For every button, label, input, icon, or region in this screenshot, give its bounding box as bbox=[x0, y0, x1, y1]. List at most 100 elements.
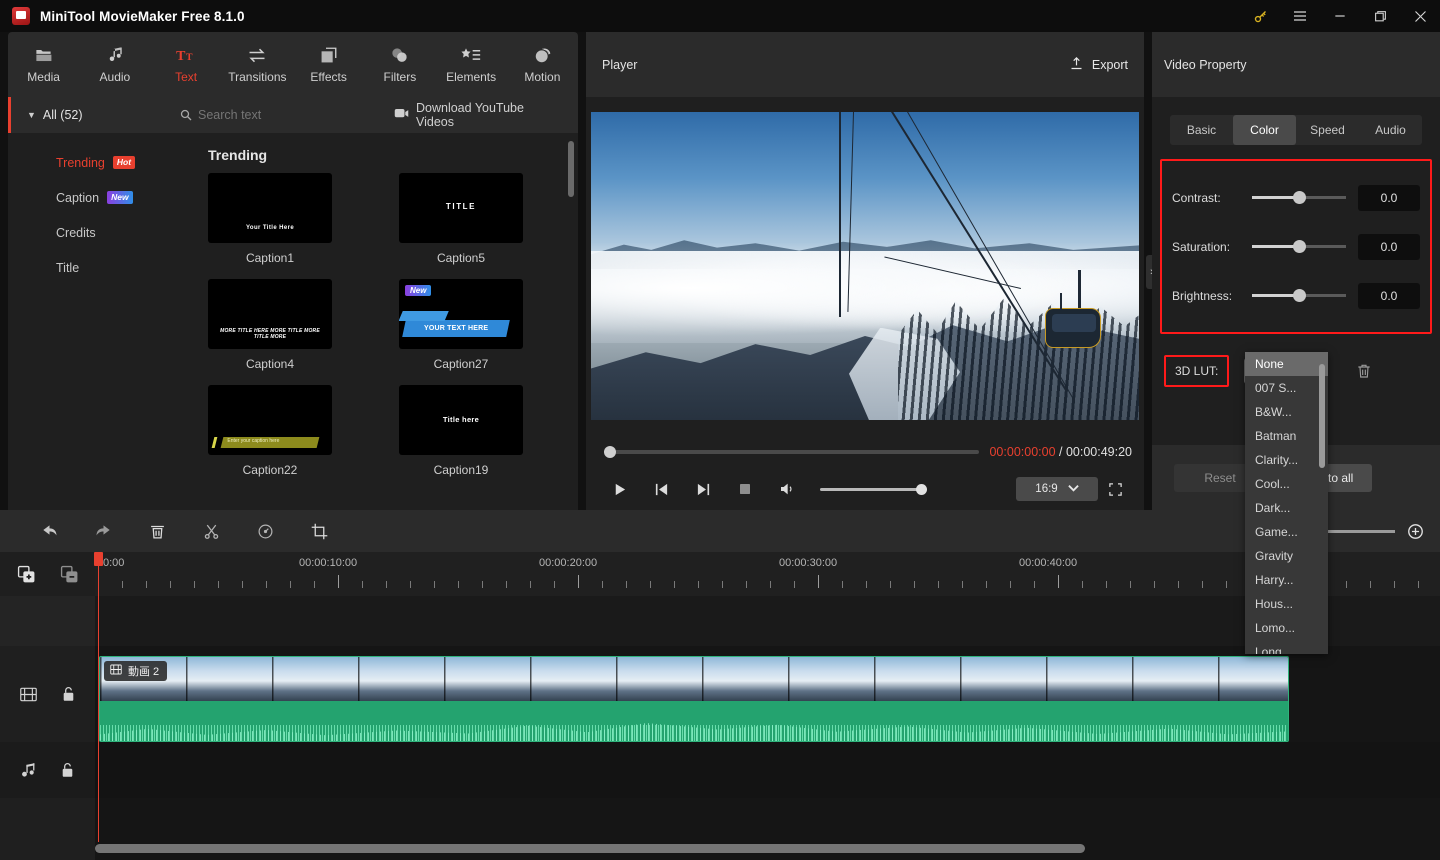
template-caption5[interactable]: TITLE Caption5 bbox=[399, 173, 523, 265]
sidebar-item-caption[interactable]: Caption New bbox=[8, 180, 168, 215]
redo-icon[interactable] bbox=[76, 510, 130, 552]
tab-audio[interactable]: Audio bbox=[79, 32, 150, 97]
tab-basic[interactable]: Basic bbox=[1170, 115, 1233, 145]
lut-option-none[interactable]: None bbox=[1245, 352, 1328, 376]
seek-slider[interactable] bbox=[604, 446, 980, 458]
plus-icon[interactable] bbox=[1407, 523, 1424, 540]
next-frame-icon[interactable] bbox=[682, 469, 724, 509]
split-scissors-icon[interactable] bbox=[184, 510, 238, 552]
timeline-ruler[interactable]: 0:00 00:00:10:00 00:00:20:00 00:00:30:00… bbox=[95, 552, 1440, 596]
minimize-icon[interactable] bbox=[1320, 0, 1360, 32]
maximize-icon[interactable] bbox=[1360, 0, 1400, 32]
tab-media[interactable]: Media bbox=[8, 32, 79, 97]
lut-option-harry[interactable]: Harry... bbox=[1245, 568, 1328, 592]
tab-motion[interactable]: Motion bbox=[507, 32, 578, 97]
close-icon[interactable] bbox=[1400, 0, 1440, 32]
category-all[interactable]: ▼ All (52) bbox=[8, 97, 168, 133]
crop-icon[interactable] bbox=[292, 510, 346, 552]
stop-icon[interactable] bbox=[724, 469, 766, 509]
template-preview-text: TITLE bbox=[445, 202, 477, 211]
video-preview-area[interactable] bbox=[586, 97, 1144, 435]
saturation-value[interactable]: 0.0 bbox=[1358, 233, 1420, 260]
folder-icon bbox=[34, 45, 53, 65]
filters-circles-icon bbox=[390, 45, 409, 65]
gondola-cabin bbox=[1045, 293, 1101, 348]
undo-icon[interactable] bbox=[22, 510, 76, 552]
add-track-icon[interactable] bbox=[17, 565, 36, 584]
lut-option-clarity[interactable]: Clarity... bbox=[1245, 448, 1328, 472]
speed-gauge-icon[interactable] bbox=[238, 510, 292, 552]
ruler-tick-major bbox=[1058, 575, 1059, 588]
lut-option-batman[interactable]: Batman bbox=[1245, 424, 1328, 448]
contrast-knob[interactable] bbox=[1293, 191, 1306, 204]
brightness-knob[interactable] bbox=[1293, 289, 1306, 302]
tab-label: Elements bbox=[446, 70, 497, 84]
lut-option-house[interactable]: Hous... bbox=[1245, 592, 1328, 616]
audio-track-icon[interactable] bbox=[20, 762, 36, 778]
ruler-tick-minor bbox=[410, 581, 411, 588]
lut-option-long[interactable]: Long... bbox=[1245, 640, 1328, 654]
seek-knob[interactable] bbox=[604, 446, 616, 458]
brightness-slider[interactable] bbox=[1252, 289, 1346, 302]
volume-icon[interactable] bbox=[766, 469, 808, 509]
lut-option-bw[interactable]: B&W... bbox=[1245, 400, 1328, 424]
lut-dropdown-scrollbar[interactable] bbox=[1319, 364, 1325, 468]
tab-audio[interactable]: Audio bbox=[1359, 115, 1422, 145]
track-strip-2[interactable] bbox=[95, 742, 1440, 798]
volume-knob[interactable] bbox=[916, 483, 927, 495]
aspect-ratio-select[interactable]: 16:9 bbox=[1016, 477, 1098, 501]
tab-elements[interactable]: Elements bbox=[436, 32, 507, 97]
download-youtube-videos-button[interactable]: Download YouTube Videos bbox=[394, 101, 562, 129]
timeline-horizontal-scrollbar[interactable] bbox=[95, 844, 1085, 853]
trash-icon[interactable] bbox=[1356, 363, 1372, 379]
remove-track-icon[interactable] bbox=[60, 565, 79, 584]
template-caption1[interactable]: Your Title Here Caption1 bbox=[208, 173, 332, 265]
hamburger-icon[interactable] bbox=[1280, 0, 1320, 32]
lut-option-lomo[interactable]: Lomo... bbox=[1245, 616, 1328, 640]
contrast-slider[interactable] bbox=[1252, 191, 1346, 204]
tab-effects[interactable]: Effects bbox=[293, 32, 364, 97]
saturation-knob[interactable] bbox=[1293, 240, 1306, 253]
lut-option-gravity[interactable]: Gravity bbox=[1245, 544, 1328, 568]
fullscreen-icon[interactable] bbox=[1098, 469, 1132, 509]
tab-color[interactable]: Color bbox=[1233, 115, 1296, 145]
tab-transitions[interactable]: Transitions bbox=[222, 32, 293, 97]
lut-option-game[interactable]: Game... bbox=[1245, 520, 1328, 544]
contrast-value[interactable]: 0.0 bbox=[1358, 184, 1420, 211]
play-icon[interactable] bbox=[598, 469, 640, 509]
template-caption4[interactable]: MORE TITLE HERE MORE TITLE MORE TITLE MO… bbox=[208, 279, 332, 371]
template-caption22[interactable]: Enter your caption here Caption22 bbox=[208, 385, 332, 477]
search-input[interactable] bbox=[198, 108, 394, 122]
chevron-down-icon: ▼ bbox=[27, 109, 36, 120]
export-button[interactable]: Export bbox=[1069, 56, 1128, 74]
unlock-icon[interactable] bbox=[60, 762, 75, 778]
tab-filters[interactable]: Filters bbox=[364, 32, 435, 97]
template-caption19[interactable]: Title here Caption19 bbox=[399, 385, 523, 477]
track-strip-0[interactable] bbox=[95, 596, 1440, 646]
sidebar-item-credits[interactable]: Credits bbox=[8, 215, 168, 250]
lut-option-007[interactable]: 007 S... bbox=[1245, 376, 1328, 400]
key-icon[interactable] bbox=[1240, 0, 1280, 32]
ruler-tick-minor bbox=[1154, 581, 1155, 588]
tab-speed[interactable]: Speed bbox=[1296, 115, 1359, 145]
delete-icon[interactable] bbox=[130, 510, 184, 552]
template-caption27[interactable]: New YOUR TEXT HERE Caption27 bbox=[399, 279, 523, 371]
unlock-icon[interactable] bbox=[61, 686, 76, 702]
video-track-icon[interactable] bbox=[19, 687, 37, 702]
template-panel-scrollbar[interactable] bbox=[568, 141, 574, 197]
volume-slider[interactable] bbox=[820, 483, 927, 495]
timeline-playhead[interactable] bbox=[94, 552, 103, 842]
lut-option-dark[interactable]: Dark... bbox=[1245, 496, 1328, 520]
ruler-label: 0:00 bbox=[103, 557, 125, 569]
brightness-value[interactable]: 0.0 bbox=[1358, 282, 1420, 309]
sidebar-item-title[interactable]: Title bbox=[8, 250, 168, 285]
tab-text[interactable]: TT Text bbox=[151, 32, 222, 97]
ruler-tick-minor bbox=[1010, 581, 1011, 588]
previous-frame-icon[interactable] bbox=[640, 469, 682, 509]
lut-option-cool[interactable]: Cool... bbox=[1245, 472, 1328, 496]
ruler-tick-minor bbox=[218, 581, 219, 588]
sidebar-item-trending[interactable]: Trending Hot bbox=[8, 145, 168, 180]
export-label: Export bbox=[1091, 57, 1128, 72]
timeline-video-clip[interactable]: 動画 2 bbox=[99, 656, 1289, 742]
saturation-slider[interactable] bbox=[1252, 240, 1346, 253]
